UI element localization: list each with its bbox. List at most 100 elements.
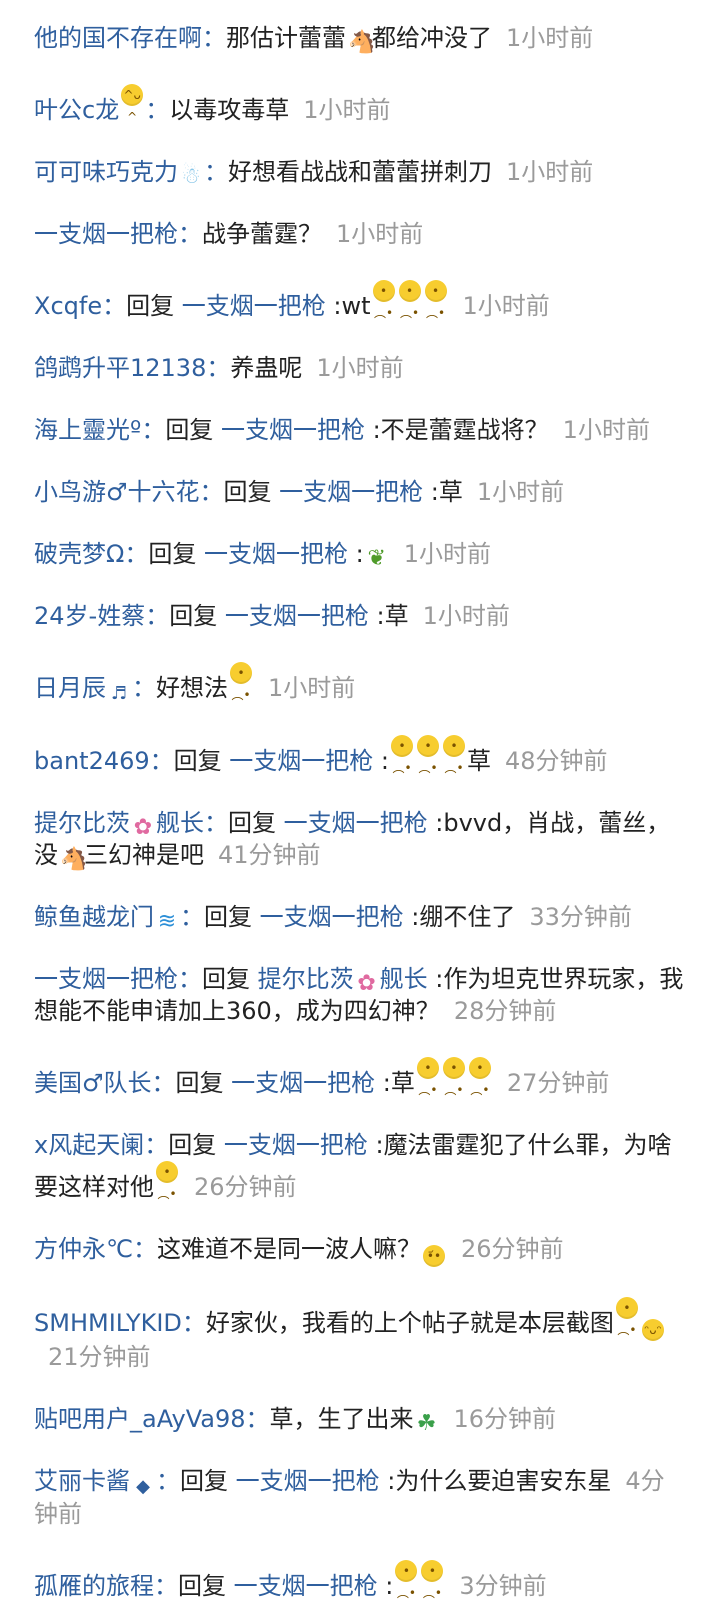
comment-item: SMHMILYKID：好家伙，我看的上个帖子就是本层截图•︵• ᵔᴗᵔ 21分钟前 (34, 1297, 686, 1373)
reply-target-username[interactable]: 一支烟一把枪 (260, 903, 404, 931)
reply-target-separator: : (423, 478, 439, 506)
comment-item: 贴吧用户_aAyVa98：草，生了出来 ☘ 16分钟前 (34, 1403, 686, 1435)
comment-text: 草，生了出来 (269, 1405, 414, 1433)
comment-username[interactable]: 24岁-姓蔡 (34, 602, 145, 630)
comment-item: 海上靈光º：回复 一支烟一把枪 :不是蕾霆战将？ 1小时前 (34, 414, 686, 446)
comment-text-continued: 草 (467, 747, 491, 775)
comment-separator: ： (151, 1069, 176, 1097)
comment-username[interactable]: x风起天阑 (34, 1131, 144, 1159)
reply-target-username[interactable]: 一支烟一把枪 (234, 1572, 378, 1600)
comment-separator: ： (102, 292, 127, 320)
comment-username[interactable]: 叶公c龙 (34, 96, 119, 124)
comment-username[interactable]: SMHMILYKID (34, 1309, 182, 1337)
reply-target-username[interactable]: 一支烟一把枪 (225, 602, 369, 630)
comment-username[interactable]: 他的国不存在啊 (34, 24, 202, 52)
comment-timestamp: 1小时前 (336, 220, 424, 248)
comment-separator: ： (199, 478, 224, 506)
comment-timestamp: 1小时前 (403, 540, 491, 568)
reply-prefix: 回复 (168, 1131, 224, 1159)
reply-target-username[interactable]: 一支烟一把枪 (279, 478, 423, 506)
reply-target-username[interactable]: 一支烟一把枪 (204, 540, 348, 568)
comment-timestamp: 33分钟前 (529, 903, 632, 931)
smile-face-icon: ᵔᴗᵔ (641, 1319, 664, 1341)
reply-target-username-suffix[interactable]: 舰长 (380, 965, 428, 993)
comment-timestamp: 1小时前 (476, 478, 565, 506)
reply-target-separator: : (379, 1467, 396, 1495)
comment-username[interactable]: 鲸鱼越龙门 (34, 903, 154, 931)
comment-item: 孤雁的旅程：回复 一支烟一把枪 :•︵••︵• 3分钟前 (34, 1560, 686, 1602)
reply-target-username[interactable]: 一支烟一把枪 (229, 747, 373, 775)
comment-username[interactable]: 日月辰 (34, 674, 106, 702)
comment-username[interactable]: 美国♂队长 (34, 1069, 152, 1097)
comment-text-continued: 都给冲没了 (372, 24, 492, 52)
comment-item: bant2469：回复 一支烟一把枪 :•︵••︵••︵• 草 48分钟前 (34, 735, 686, 777)
comment-username[interactable]: 可可味巧克力 (34, 158, 178, 186)
comment-username[interactable]: Xcqfe (34, 292, 102, 320)
comment-separator: ： (145, 602, 170, 630)
reply-target-username[interactable]: 一支烟一把枪 (236, 1467, 380, 1495)
comment-username[interactable]: 贴吧用户_aAyVa98 (34, 1405, 246, 1433)
comment-timestamp: 48分钟前 (505, 747, 608, 775)
comment-separator: ： (206, 354, 231, 382)
reply-prefix: 回复 (204, 903, 260, 931)
leaf-icon: ❦ (367, 546, 386, 571)
reply-prefix: 回复 (148, 540, 204, 568)
comment-username[interactable]: 鸽鹉升平12138 (34, 354, 206, 382)
comment-separator: ： (154, 1572, 178, 1600)
comment-timestamp: 1小时前 (422, 602, 510, 630)
comment-separator: ： (144, 1131, 169, 1159)
comment-text-continued: 三幻神是吧 (84, 841, 204, 869)
reply-target-separator: : (367, 1131, 384, 1159)
reply-target-username[interactable]: 一支烟一把枪 (221, 416, 365, 444)
grin-face-icon: ^ᴗ^ (121, 84, 144, 124)
comment-timestamp: 1小时前 (268, 674, 356, 702)
comment-timestamp: 21分钟前 (48, 1343, 151, 1371)
comment-text: 草 (438, 478, 463, 506)
comment-separator: ： (124, 540, 149, 568)
diamond-icon: ◆ (136, 1476, 150, 1497)
comment-username[interactable]: 破壳梦Ω (34, 540, 124, 568)
comment-username[interactable]: 一支烟一把枪 (34, 220, 178, 248)
reply-target-separator: : (364, 416, 381, 444)
comment-item: Xcqfe：回复 一支烟一把枪 :wt•︵••︵••︵• 1小时前 (34, 280, 686, 322)
reply-target-separator: : (427, 809, 444, 837)
reply-prefix: 回复 (180, 1467, 236, 1495)
comment-username[interactable]: 艾丽卡酱 (34, 1467, 130, 1495)
comment-item: 美国♂队长：回复 一支烟一把枪 :草•︵••︵••︵• 27分钟前 (34, 1057, 686, 1099)
horse-icon: 🐴 (60, 847, 88, 872)
reply-target-username[interactable]: 一支烟一把枪 (284, 809, 428, 837)
comment-item: 鸽鹉升平12138：养蛊呢 1小时前 (34, 352, 686, 384)
comment-separator: ： (132, 1235, 157, 1263)
comment-username[interactable]: 孤雁的旅程 (34, 1572, 154, 1600)
snowman-icon: ☃ (181, 164, 201, 189)
wave-icon: ≋ (157, 909, 177, 934)
comment-username[interactable]: 海上靈光º (34, 416, 141, 444)
comment-item: 方仲永℃：这难道不是同一波人嘛？ •᷄• 26分钟前 (34, 1233, 686, 1267)
comment-username[interactable]: 方仲永℃ (34, 1235, 133, 1263)
comment-username[interactable]: 一支烟一把枪 (34, 965, 178, 993)
comment-username[interactable]: 提尔比茨 (34, 809, 130, 837)
horse-icon: 🐴 (348, 30, 376, 55)
comment-timestamp: 1小时前 (303, 96, 391, 124)
reply-target-username[interactable]: 一支烟一把枪 (231, 1069, 375, 1097)
comment-username[interactable]: 小鸟游♂十六花 (34, 478, 200, 506)
reply-prefix: 回复 (173, 747, 230, 775)
comment-username-suffix[interactable]: 舰长 (156, 809, 204, 837)
comment-text: 那估计蕾蕾 (226, 24, 346, 52)
comment-item: 叶公c龙^ᴗ^ ：以毒攻毒草 1小时前 (34, 84, 686, 126)
reply-prefix: 回复 (126, 292, 182, 320)
comment-text: 以毒攻毒草 (169, 96, 290, 124)
sneeze-face-icon: •︵• (372, 280, 395, 320)
sneeze-face-icon: •︵• (468, 1057, 491, 1097)
sneeze-face-icon: •︵• (230, 662, 252, 702)
reply-target-username[interactable]: 一支烟一把枪 (182, 292, 326, 320)
comment-text: 好想看战战和蕾蕾拼刺刀 (228, 158, 492, 186)
reply-target-separator: : (325, 292, 342, 320)
comment-separator: ： (180, 903, 204, 931)
reply-target-username[interactable]: 一支烟一把枪 (224, 1131, 368, 1159)
comment-username[interactable]: bant2469 (34, 747, 150, 775)
reply-target-username[interactable]: 提尔比茨 (258, 965, 354, 993)
comment-list: 他的国不存在啊：那估计蕾蕾🐴都给冲没了 1小时前 叶公c龙^ᴗ^ ：以毒攻毒草 1小时前… (0, 0, 720, 1602)
reply-target-separator: : (368, 602, 385, 630)
comment-separator: ： (204, 158, 228, 186)
